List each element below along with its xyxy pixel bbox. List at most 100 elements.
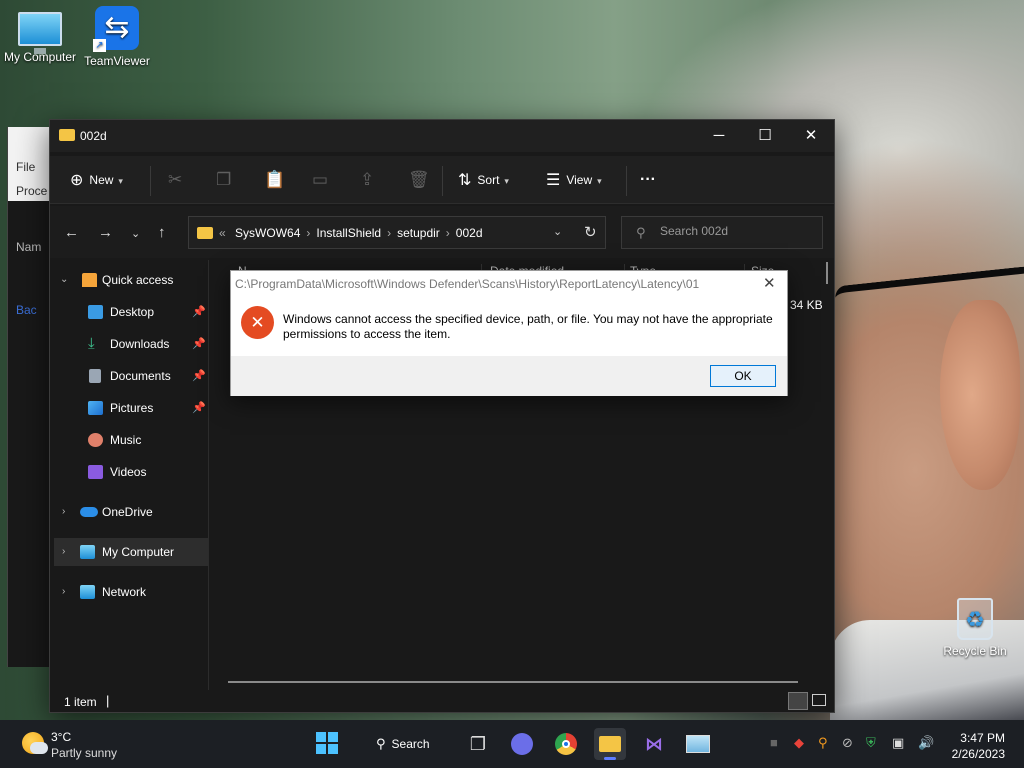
- visual-studio-icon[interactable]: ⋈: [638, 728, 670, 760]
- up-arrow-icon[interactable]: ↑: [158, 224, 166, 241]
- refresh-icon[interactable]: ↻: [584, 223, 597, 241]
- download-icon: ⤓: [88, 335, 95, 352]
- close-button[interactable]: ✕: [788, 120, 834, 152]
- address-bar[interactable]: « SysWOW64 › InstallShield › setupdir › 002d ⌄…: [188, 216, 606, 249]
- breadcrumb-item[interactable]: SysWOW64: [235, 226, 300, 240]
- background-window-file-menu[interactable]: File: [16, 160, 35, 174]
- nav-item-downloads[interactable]: ⤓ Downloads 📌: [50, 330, 208, 358]
- nav-label: OneDrive: [102, 505, 153, 519]
- background-window-column: Nam: [16, 240, 42, 254]
- tiles-view-icon[interactable]: [812, 694, 826, 706]
- background-window-side: Bac: [16, 303, 37, 317]
- new-button[interactable]: ⊕ New ▾: [70, 166, 123, 194]
- error-dialog[interactable]: C:\ProgramData\Microsoft\Windows Defende…: [230, 270, 788, 396]
- plus-circle-icon: ⊕: [70, 171, 84, 189]
- breadcrumb-item[interactable]: 002d: [456, 226, 483, 240]
- nav-item-network[interactable]: › Network: [58, 578, 208, 606]
- nav-item-desktop[interactable]: Desktop 📌: [50, 298, 208, 326]
- nav-item-videos[interactable]: Videos: [50, 458, 208, 486]
- teams-chat-icon[interactable]: [506, 728, 538, 760]
- nav-item-my-computer[interactable]: › My Computer: [54, 538, 208, 566]
- videos-icon: [88, 465, 103, 479]
- file-explorer-taskbar-icon[interactable]: [594, 728, 626, 760]
- horizontal-scrollbar[interactable]: [228, 681, 798, 683]
- network-icon[interactable]: ▣: [892, 735, 904, 751]
- chevron-right-icon[interactable]: ›: [62, 578, 65, 606]
- status-divider: |: [106, 693, 110, 708]
- performance-monitor-icon[interactable]: [682, 728, 714, 760]
- network-disconnected-icon[interactable]: ⊘: [842, 735, 853, 751]
- nav-item-quick-access[interactable]: ⌄ Quick access: [58, 266, 208, 294]
- nav-label: Network: [102, 585, 147, 599]
- pin-icon[interactable]: 📌: [192, 362, 206, 390]
- breadcrumb-chevron-icon[interactable]: ›: [306, 226, 310, 240]
- navigation-pane: ⌄ Quick access Desktop 📌 ⤓ Downloads 📌 D…: [50, 266, 208, 686]
- nav-item-music[interactable]: Music: [50, 426, 208, 454]
- breadcrumb-item[interactable]: InstallShield: [316, 226, 381, 240]
- address-dropdown-icon[interactable]: ⌄: [553, 225, 562, 238]
- pane-divider[interactable]: [208, 260, 209, 690]
- chevron-down-icon: ▾: [118, 176, 123, 186]
- desktop-icon-recycle-bin[interactable]: ♻ Recycle Bin: [935, 598, 1015, 658]
- computer-icon: [80, 545, 95, 559]
- monitor-icon: [18, 12, 62, 54]
- ok-button[interactable]: OK: [710, 365, 776, 387]
- desktop-icon-teamviewer[interactable]: TeamViewer: [77, 6, 157, 68]
- file-explorer-window[interactable]: 002d ─ ☐ ✕ ⊕ New ▾ ✂ ❐ 📋 ▭ ⇪ 🗑 ⇅ Sort ▾ ☰ Vie…: [49, 119, 835, 713]
- teamviewer-tray-icon[interactable]: ◆: [794, 735, 804, 751]
- title-bar[interactable]: 002d ─ ☐ ✕: [50, 120, 834, 152]
- volume-icon[interactable]: 🔊: [918, 735, 934, 751]
- background-window-tab[interactable]: Proce: [16, 184, 47, 198]
- task-view-icon[interactable]: ❐: [462, 728, 494, 760]
- maximize-button[interactable]: ☐: [742, 120, 788, 152]
- pictures-icon: [88, 401, 103, 415]
- chevron-down-icon[interactable]: ⌄: [60, 266, 68, 294]
- chrome-icon[interactable]: [550, 728, 582, 760]
- delete-icon[interactable]: 🗑: [408, 166, 430, 194]
- search-tray-icon[interactable]: ⚲: [818, 735, 828, 751]
- chevron-down-icon: ▾: [504, 176, 509, 186]
- nav-item-onedrive[interactable]: › OneDrive: [58, 498, 208, 526]
- minimize-button[interactable]: ─: [696, 120, 742, 152]
- chevron-right-icon[interactable]: ›: [62, 538, 65, 566]
- breadcrumb-overflow[interactable]: «: [219, 226, 226, 240]
- search-box[interactable]: ⚲: [621, 216, 823, 249]
- toolbar-separator: [150, 166, 151, 196]
- sort-label: Sort: [477, 173, 500, 187]
- taskbar-search-button[interactable]: ⚲ Search: [366, 728, 442, 760]
- search-input[interactable]: [660, 224, 810, 238]
- pin-icon[interactable]: 📌: [192, 330, 206, 358]
- pin-icon[interactable]: 📌: [192, 394, 206, 422]
- paste-icon[interactable]: 📋: [264, 166, 285, 194]
- forward-arrow-icon[interactable]: →: [98, 224, 113, 241]
- security-shield-icon[interactable]: ⛨: [866, 735, 876, 751]
- recent-locations-chevron-icon[interactable]: ⌄: [131, 227, 140, 240]
- details-view-icon[interactable]: [788, 692, 808, 710]
- sort-button[interactable]: ⇅ Sort ▾: [458, 166, 509, 194]
- breadcrumb-chevron-icon[interactable]: ›: [387, 226, 391, 240]
- weather-temperature: 3°C: [51, 730, 72, 744]
- desktop-icon-my-computer[interactable]: My Computer: [0, 6, 80, 64]
- error-icon: ✕: [241, 306, 274, 339]
- pin-icon[interactable]: 📌: [192, 298, 206, 326]
- chevron-right-icon[interactable]: ›: [62, 498, 65, 526]
- vertical-scrollbar[interactable]: [826, 262, 828, 284]
- nav-item-pictures[interactable]: Pictures 📌: [50, 394, 208, 422]
- file-size-value: 34 KB: [790, 298, 823, 312]
- tray-app-icon[interactable]: ■: [770, 735, 778, 750]
- share-icon[interactable]: ⇪: [360, 166, 374, 194]
- system-clock[interactable]: 3:47 PM 2/26/2023: [947, 730, 1005, 762]
- cut-icon[interactable]: ✂: [168, 166, 182, 194]
- windows-logo-icon: [328, 744, 338, 754]
- view-button[interactable]: ☰ View ▾: [546, 166, 602, 194]
- rename-icon[interactable]: ▭: [312, 166, 328, 194]
- copy-icon[interactable]: ❐: [216, 166, 231, 194]
- breadcrumb-chevron-icon[interactable]: ›: [446, 226, 450, 240]
- nav-item-documents[interactable]: Documents 📌: [50, 362, 208, 390]
- more-options-button[interactable]: ···: [640, 166, 656, 194]
- start-button[interactable]: [316, 732, 338, 754]
- back-arrow-icon[interactable]: ←: [64, 224, 79, 241]
- document-icon: [89, 369, 101, 383]
- dialog-close-icon[interactable]: ✕: [763, 274, 776, 292]
- breadcrumb-item[interactable]: setupdir: [397, 226, 440, 240]
